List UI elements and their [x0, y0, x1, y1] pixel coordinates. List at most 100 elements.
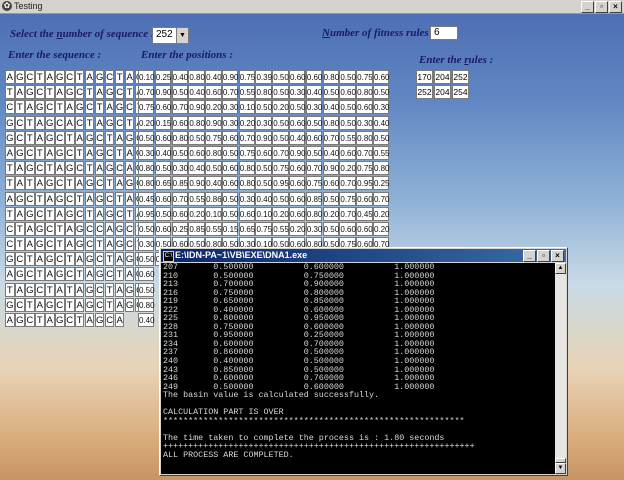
position-cell[interactable]: 0.85 — [188, 221, 205, 236]
position-cell[interactable]: 0.30 — [138, 145, 155, 160]
position-cell[interactable]: 0.85 — [305, 191, 322, 206]
position-cell[interactable]: 0.50 — [272, 115, 289, 130]
position-cell[interactable]: 0.40 — [138, 313, 155, 327]
sequence-cell[interactable]: A — [34, 115, 45, 130]
sequence-cell[interactable]: A — [44, 145, 55, 160]
sequence-cell[interactable]: A — [14, 85, 25, 100]
position-cell[interactable]: 0.70 — [171, 100, 188, 115]
position-cell[interactable]: 0.20 — [205, 100, 222, 115]
sequence-cell[interactable]: T — [114, 145, 125, 160]
sequence-cell[interactable]: G — [44, 297, 55, 312]
sequence-cell[interactable]: T — [54, 100, 65, 115]
sequence-cell[interactable]: A — [104, 221, 115, 236]
sequence-cell[interactable]: C — [104, 313, 115, 327]
sequence-cell[interactable]: T — [44, 206, 55, 221]
position-cell[interactable]: 0.20 — [372, 206, 390, 221]
sequence-cell[interactable]: C — [84, 221, 95, 236]
position-cell[interactable]: 0.50 — [138, 221, 155, 236]
sequence-cell[interactable]: A — [124, 191, 135, 206]
sequence-cell[interactable]: A — [114, 297, 125, 312]
position-cell[interactable]: 0.45 — [138, 191, 155, 206]
sequence-cell[interactable]: A — [5, 70, 15, 84]
sequence-cell[interactable]: T — [34, 267, 45, 282]
position-cell[interactable]: 0.80 — [188, 115, 205, 130]
sequence-cell[interactable]: G — [94, 267, 105, 282]
rule-cell[interactable]: 252 — [452, 70, 469, 84]
sequence-cell[interactable]: T — [34, 145, 45, 160]
sequence-cell[interactable]: C — [54, 297, 65, 312]
position-cell[interactable]: 0.70 — [238, 130, 255, 145]
position-cell[interactable]: 0.60 — [289, 206, 306, 221]
position-cell[interactable]: 0.90 — [188, 100, 205, 115]
rule-cell[interactable]: 204 — [434, 70, 451, 84]
position-cell[interactable]: 0.20 — [238, 115, 255, 130]
position-cell[interactable]: 0.30 — [305, 221, 322, 236]
sequence-cell[interactable]: A — [84, 191, 95, 206]
sequence-cell[interactable]: A — [114, 130, 125, 145]
sequence-cell[interactable]: T — [54, 221, 65, 236]
sequence-cell[interactable]: C — [114, 206, 125, 221]
sequence-cell[interactable]: C — [14, 130, 25, 145]
sequence-cell[interactable]: G — [5, 252, 15, 267]
sequence-cell[interactable]: T — [34, 70, 45, 84]
position-cell[interactable]: 0.80 — [138, 161, 155, 176]
position-cell[interactable]: 0.70 — [305, 161, 322, 176]
position-cell[interactable]: 0.60 — [221, 161, 238, 176]
position-cell[interactable]: 0.60 — [289, 70, 306, 84]
sequence-cell[interactable]: T — [54, 237, 65, 252]
sequence-cell[interactable]: A — [24, 221, 35, 236]
sequence-cell[interactable]: T — [64, 297, 75, 312]
position-cell[interactable]: 0.60 — [289, 176, 306, 191]
sequence-cell[interactable]: A — [104, 237, 115, 252]
sequence-cell[interactable]: G — [64, 206, 75, 221]
position-cell[interactable]: 0.80 — [238, 161, 255, 176]
position-cell[interactable]: 0.50 — [221, 206, 238, 221]
position-cell[interactable]: 0.60 — [289, 161, 306, 176]
console-scrollbar[interactable]: ▲ ▼ — [555, 263, 566, 474]
position-cell[interactable]: 0.60 — [356, 100, 373, 115]
sequence-cell[interactable]: A — [34, 252, 45, 267]
sequence-cell[interactable]: A — [114, 282, 125, 297]
maximize-button[interactable]: ▫ — [595, 1, 608, 13]
sequence-cell[interactable]: A — [24, 100, 35, 115]
position-cell[interactable]: 0.30 — [221, 115, 238, 130]
sequence-cell[interactable]: T — [74, 267, 85, 282]
position-cell[interactable]: 0.60 — [221, 130, 238, 145]
position-cell[interactable]: 0.95 — [138, 206, 155, 221]
sequence-cell[interactable]: T — [74, 70, 85, 84]
sequence-cell[interactable]: G — [114, 221, 125, 236]
sequence-cell[interactable]: T — [94, 237, 105, 252]
sequence-cell[interactable]: G — [14, 70, 25, 84]
position-cell[interactable]: 0.50 — [154, 206, 171, 221]
position-cell[interactable]: 0.40 — [372, 115, 390, 130]
position-cell[interactable]: 0.80 — [322, 70, 339, 84]
sequence-cell[interactable]: A — [14, 161, 25, 176]
sequence-cell[interactable]: T — [5, 282, 15, 297]
rule-cell[interactable]: 170 — [416, 70, 433, 84]
position-cell[interactable]: 0.80 — [255, 85, 272, 100]
sequence-cell[interactable]: T — [124, 206, 135, 221]
sequence-cell[interactable]: G — [54, 145, 65, 160]
sequence-cell[interactable]: C — [94, 176, 105, 191]
sequence-cell[interactable]: T — [64, 252, 75, 267]
position-cell[interactable]: 0.60 — [154, 221, 171, 236]
position-cell[interactable]: 0.90 — [188, 176, 205, 191]
position-cell[interactable]: 0.40 — [322, 145, 339, 160]
sequence-cell[interactable]: A — [64, 237, 75, 252]
sequence-cell[interactable]: T — [34, 191, 45, 206]
console-minimize-button[interactable]: _ — [523, 250, 536, 262]
sequence-cell[interactable]: C — [44, 100, 55, 115]
sequence-cell[interactable]: C — [94, 221, 105, 236]
position-cell[interactable]: 0.25 — [154, 70, 171, 84]
sequence-cell[interactable]: G — [84, 252, 95, 267]
position-cell[interactable]: 0.50 — [272, 130, 289, 145]
sequence-cell[interactable]: A — [124, 70, 135, 84]
sequence-cell[interactable]: G — [94, 145, 105, 160]
position-cell[interactable]: 0.65 — [154, 176, 171, 191]
sequence-cell[interactable]: G — [114, 237, 125, 252]
position-cell[interactable]: 0.55 — [339, 130, 356, 145]
position-cell[interactable]: 0.30 — [372, 100, 390, 115]
position-cell[interactable]: 0.15 — [221, 221, 238, 236]
position-cell[interactable]: 0.50 — [272, 70, 289, 84]
sequence-cell[interactable]: A — [94, 206, 105, 221]
